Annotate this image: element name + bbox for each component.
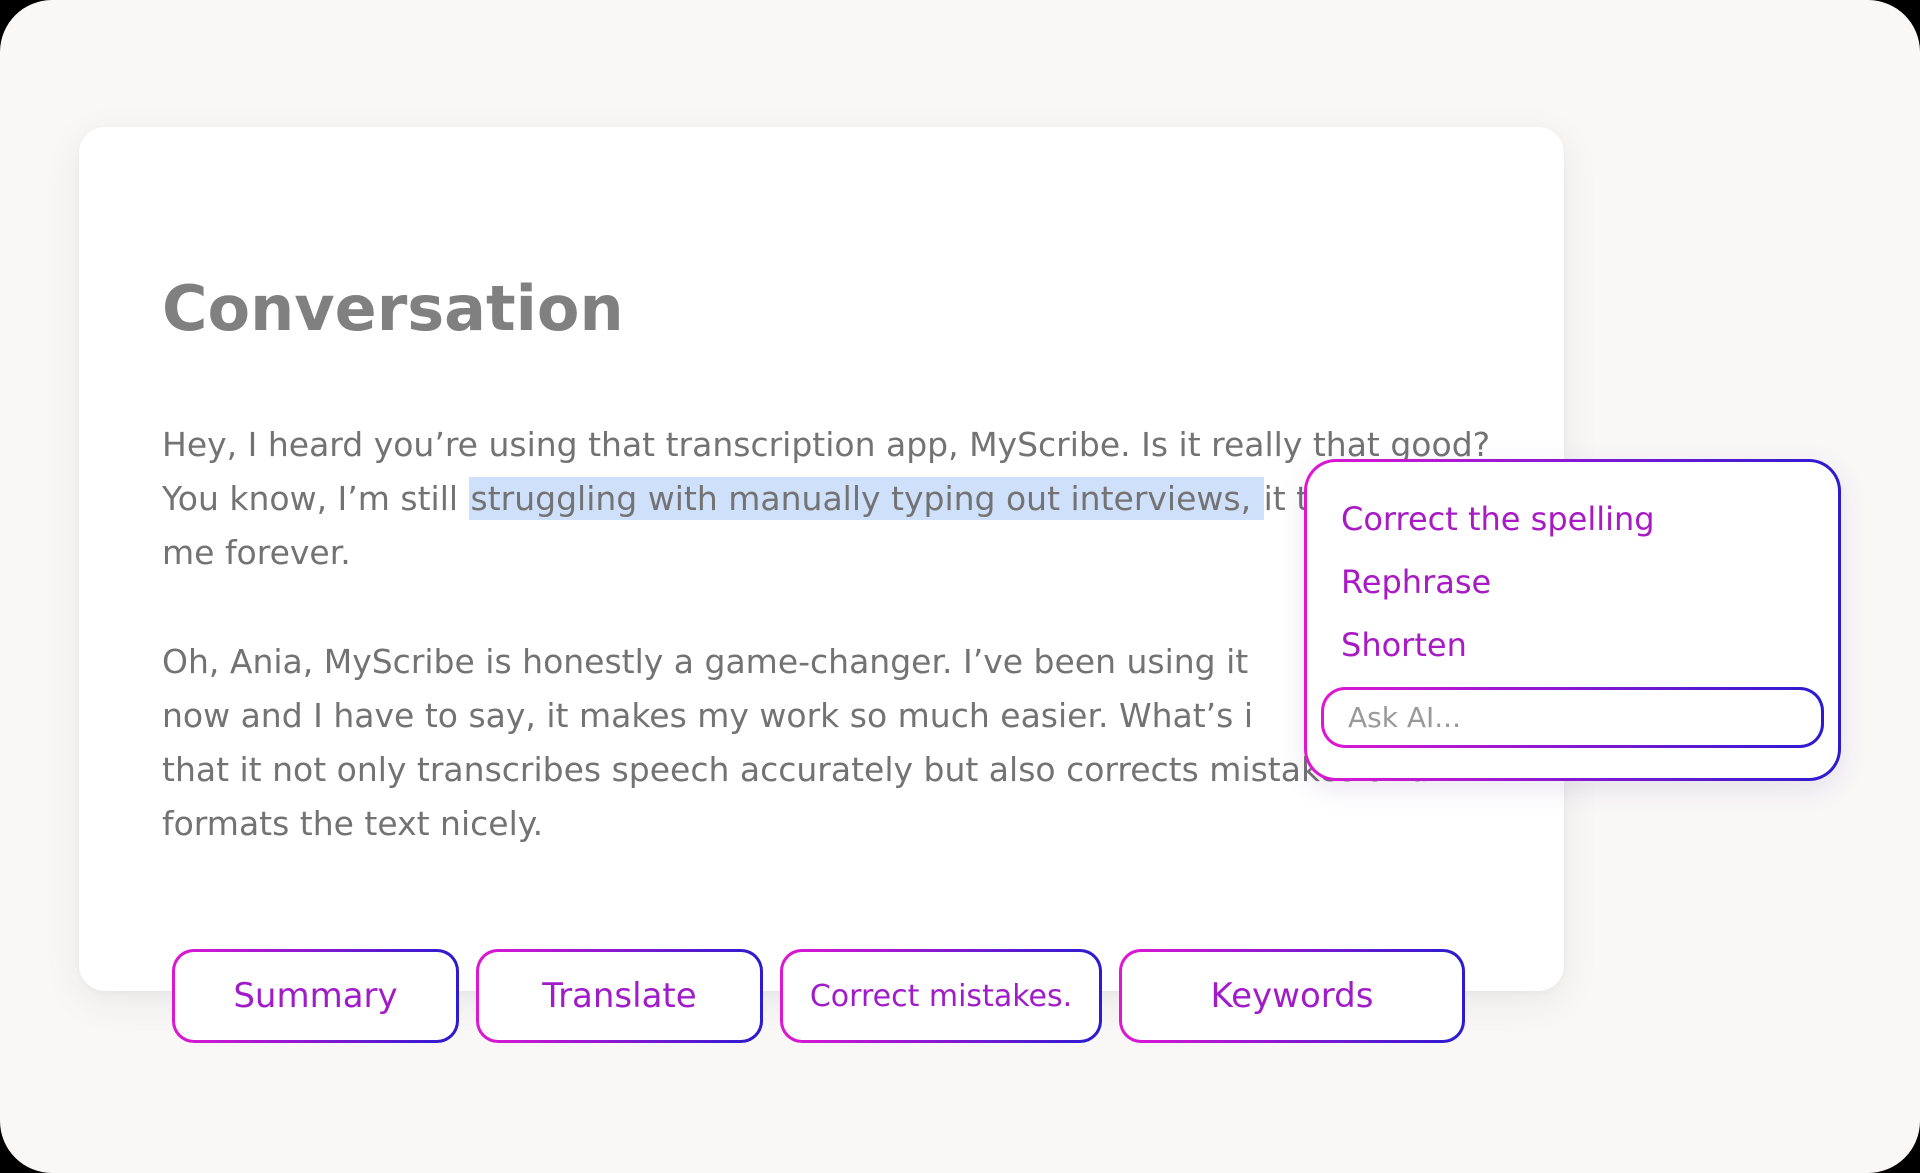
menu-item-correct-spelling[interactable]: Correct the spelling: [1341, 499, 1655, 539]
ai-context-menu: Correct the spelling Rephrase Shorten: [1304, 459, 1841, 781]
paragraph-2-line-4: formats the text nicely.: [162, 804, 544, 843]
menu-item-shorten[interactable]: Shorten: [1341, 625, 1467, 665]
translate-button[interactable]: Translate: [476, 949, 763, 1043]
menu-item-rephrase[interactable]: Rephrase: [1341, 562, 1491, 602]
ask-ai-input[interactable]: [1324, 690, 1821, 745]
selected-text[interactable]: struggling with manually typing out inte…: [468, 477, 1264, 520]
document-title: Conversation: [162, 272, 624, 345]
text-before-selection: You know, I’m still: [162, 479, 469, 518]
ask-ai-field: [1321, 687, 1824, 748]
app-frame: Conversation Hey, I heard you’re using t…: [0, 0, 1920, 1173]
summary-button[interactable]: Summary: [172, 949, 459, 1043]
keywords-button[interactable]: Keywords: [1119, 949, 1465, 1043]
correct-mistakes-button[interactable]: Correct mistakes.: [780, 949, 1102, 1043]
